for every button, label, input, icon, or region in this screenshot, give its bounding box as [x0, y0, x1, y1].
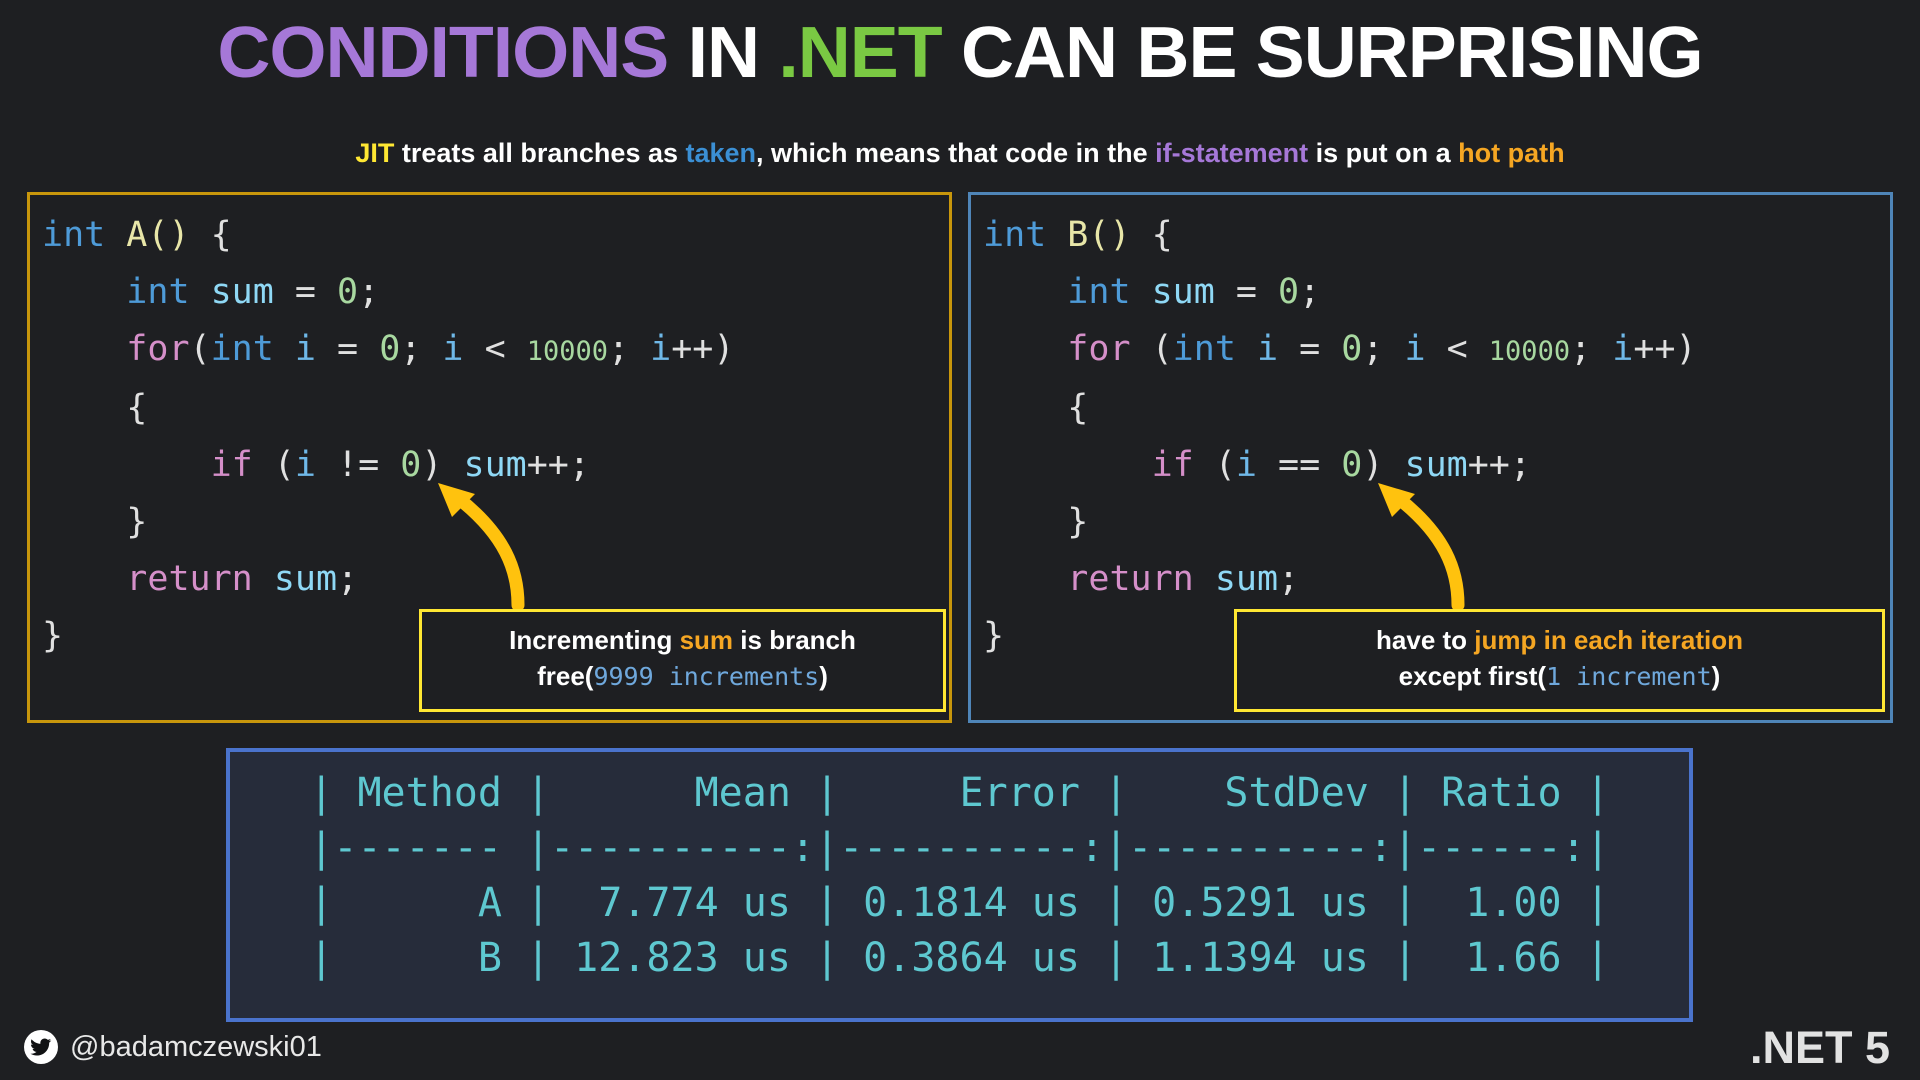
code-line: } [42, 502, 148, 542]
subtitle: JIT treats all branches as taken, which … [0, 138, 1920, 169]
subtitle-if-statement: if-statement [1155, 138, 1309, 168]
benchmark-results-table: | Method | Mean | Error | StdDev | Ratio… [226, 748, 1693, 1022]
slide-canvas: CONDITIONS IN .NET CAN BE SURPRISING JIT… [0, 0, 1920, 1080]
code-line: return sum; [1067, 559, 1300, 599]
callout-right-l1-a: have to [1376, 625, 1475, 655]
code-text-b: int B() { int sum = 0; for (int i = 0; i… [971, 195, 1890, 665]
subtitle-taken: taken [685, 138, 757, 168]
callout-right-mono: 1 increment [1546, 662, 1712, 691]
callout-left-l1-sum: sum [679, 625, 734, 655]
twitter-handle-label: @badamczewski01 [70, 1030, 322, 1063]
title-part-in: IN [668, 13, 779, 93]
callout-branch-free: Incrementing sum is branch free(9999 inc… [419, 609, 946, 712]
callout-right-paren-close: ) [1711, 661, 1721, 691]
twitter-handle[interactable]: @badamczewski01 [24, 1030, 322, 1064]
callout-right-l2-a: except first [1398, 661, 1538, 691]
subtitle-text-1: treats all branches as [394, 138, 686, 168]
twitter-icon [24, 1030, 58, 1064]
callout-right-paren-open: ( [1537, 661, 1547, 691]
table-row: | A | 7.774 us | 0.1814 us | 0.5291 us |… [309, 880, 1610, 926]
code-text-a: int A() { int sum = 0; for(int i = 0; i … [30, 195, 949, 665]
subtitle-text-2: , which means that code in the [756, 138, 1156, 168]
code-line: int sum = 0; [1067, 272, 1321, 312]
title-part-surprising: CAN BE SURPRISING [941, 13, 1704, 93]
subtitle-text-3: is put on a [1308, 138, 1459, 168]
callout-jump-each-iteration: have to jump in each iteration except fi… [1234, 609, 1885, 712]
callout-left-mono: 9999 increments [593, 662, 820, 691]
callout-right-line-2: except first(1 increment) [1251, 658, 1868, 695]
title-part-dotnet: .NET [778, 13, 942, 93]
callout-left-l1-c: is branch [733, 625, 856, 655]
code-line: int A() { [42, 215, 232, 255]
callout-left-l1-a: Incrementing [509, 625, 680, 655]
code-line: } [983, 502, 1089, 542]
callout-left-line-2: free(9999 increments) [436, 658, 929, 695]
page-title: CONDITIONS IN .NET CAN BE SURPRISING [0, 12, 1920, 94]
code-line: return sum; [126, 559, 359, 599]
code-line: if (i == 0) sum++; [1151, 445, 1531, 485]
table-row: | B | 12.823 us | 0.3864 us | 1.1394 us … [309, 935, 1610, 981]
callout-left-l2-a: free [537, 661, 585, 691]
code-line: for (int i = 0; i < 10000; i++) [1067, 329, 1697, 369]
subtitle-hot-path: hot path [1458, 138, 1565, 168]
callout-right-l1-b: jump in each iteration [1474, 625, 1743, 655]
code-line: { [983, 388, 1089, 428]
code-line: for(int i = 0; i < 10000; i++) [126, 329, 735, 369]
subtitle-jit: JIT [355, 138, 395, 168]
dotnet-version-label: .NET 5 [1749, 1022, 1890, 1073]
title-part-conditions: CONDITIONS [217, 13, 669, 93]
callout-right-line-1: have to jump in each iteration [1251, 622, 1868, 658]
code-line: int sum = 0; [126, 272, 380, 312]
bench-separator-row: |------- |----------:|----------:|------… [309, 825, 1610, 871]
callout-left-paren-close: ) [819, 661, 828, 691]
code-line: { [42, 388, 148, 428]
code-line: int B() { [983, 215, 1173, 255]
bench-header-row: | Method | Mean | Error | StdDev | Ratio… [309, 770, 1610, 816]
code-line: if (i != 0) sum++; [210, 445, 590, 485]
callout-left-line-1: Incrementing sum is branch [436, 622, 929, 658]
